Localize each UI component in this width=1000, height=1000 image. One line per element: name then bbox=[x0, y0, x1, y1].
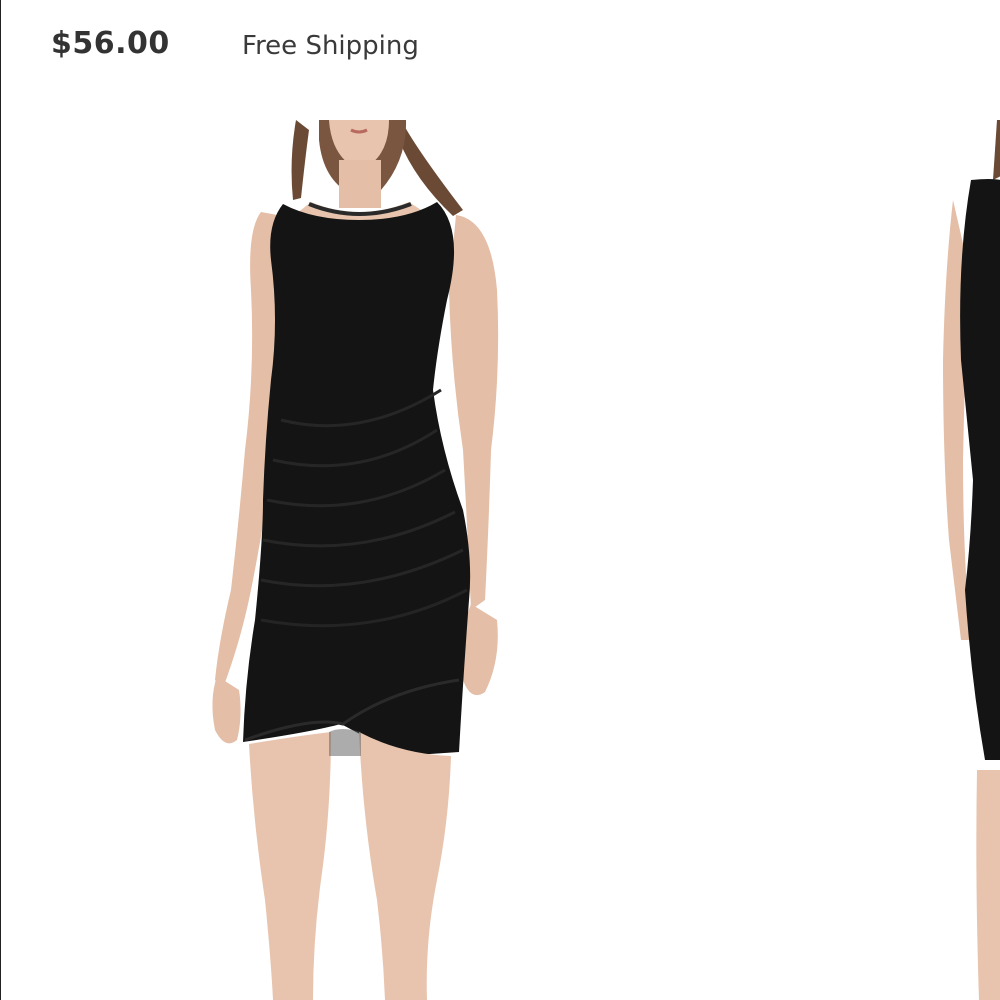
shipping-label: Free Shipping bbox=[242, 31, 419, 61]
product-price: $56.00 bbox=[51, 26, 170, 61]
image-gallery[interactable] bbox=[1, 120, 1000, 1000]
product-listing-page: $56.00 Free Shipping bbox=[0, 0, 1000, 1000]
product-image-next[interactable] bbox=[931, 120, 1000, 1000]
price-header: $56.00 Free Shipping bbox=[1, 0, 1000, 100]
product-image-front[interactable] bbox=[201, 120, 521, 1000]
